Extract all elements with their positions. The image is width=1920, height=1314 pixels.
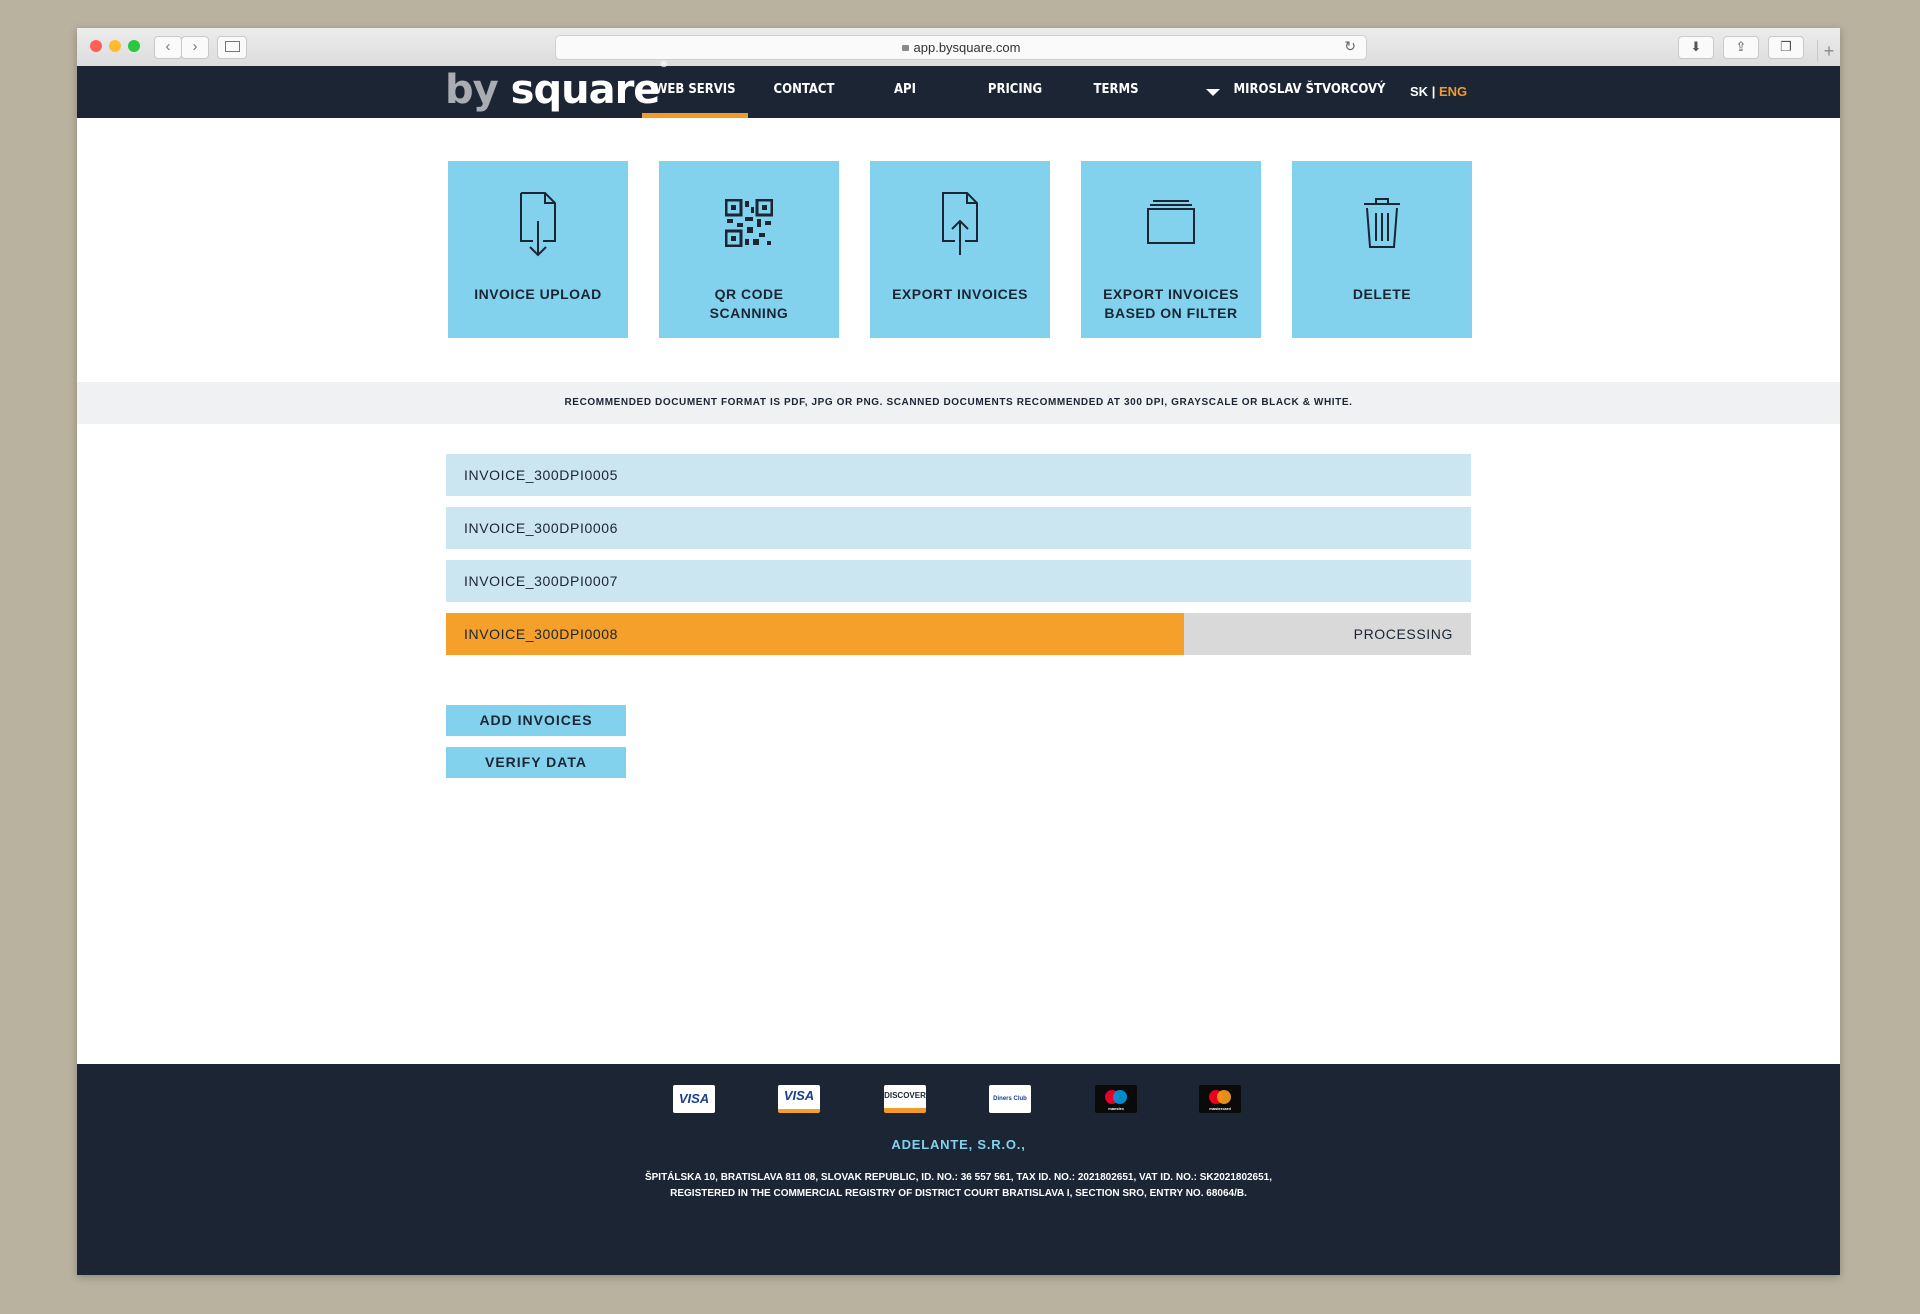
plus-icon: + — [1823, 41, 1835, 61]
file-row-processing[interactable]: INVOICE_300DPI0008 PROCESSING — [446, 613, 1471, 655]
visa-electron-card-logo: VISA — [778, 1085, 820, 1113]
nav-contact[interactable]: CONTACT — [772, 66, 836, 118]
diners-club-card-logo: Diners Club — [989, 1085, 1031, 1113]
language-switch: SK | ENG — [1410, 66, 1467, 118]
reload-icon[interactable]: ↻ — [1344, 38, 1356, 55]
file-row[interactable]: INVOICE_300DPI0005 — [446, 454, 1471, 496]
browser-toolbar: ‹ › app.bysquare.com ↻ ⬇ ⇪ ❐ + — [77, 28, 1840, 67]
address-line-1: ŠPITÁLSKA 10, BRATISLAVA 811 08, SLOVAK … — [644, 1172, 1273, 1183]
discover-card-logo: DISCOVER — [884, 1085, 926, 1113]
maximize-window-button[interactable] — [128, 40, 140, 52]
file-name: INVOICE_300DPI0005 — [464, 467, 618, 483]
qr-code-icon — [725, 199, 773, 247]
close-window-button[interactable] — [90, 40, 102, 52]
forward-button[interactable]: › — [181, 36, 209, 59]
nav-terms[interactable]: TERMS — [1088, 66, 1144, 118]
browser-window: ‹ › app.bysquare.com ↻ ⬇ ⇪ ❐ + by square… — [77, 28, 1840, 1275]
user-menu[interactable]: MIROSLAV ŠTVORCOVÝ — [1227, 66, 1392, 118]
maestro-card-logo: maestro — [1095, 1085, 1137, 1113]
chevron-right-icon: › — [192, 38, 198, 55]
mastercard-label: mastercard — [1209, 1106, 1231, 1111]
nav-pricing[interactable]: PRICING — [983, 66, 1047, 118]
site-logo[interactable]: by square® — [445, 60, 668, 113]
trash-icon — [1364, 198, 1400, 248]
mastercard-card-logo: mastercard — [1199, 1085, 1241, 1113]
delete-tile[interactable]: DELETE — [1292, 161, 1472, 338]
qr-code-scanning-tile[interactable]: QR CODE SCANNING — [659, 161, 839, 338]
visa-card-logo: VISA — [673, 1085, 715, 1113]
tabs-icon: ❐ — [1780, 39, 1792, 54]
chevron-down-icon[interactable] — [1206, 89, 1220, 96]
chevron-left-icon: ‹ — [165, 38, 171, 55]
export-invoices-tile[interactable]: EXPORT INVOICES — [870, 161, 1050, 338]
minimize-window-button[interactable] — [109, 40, 121, 52]
file-name: INVOICE_300DPI0006 — [464, 520, 618, 536]
sidebar-icon — [224, 41, 240, 52]
file-row[interactable]: INVOICE_300DPI0006 — [446, 507, 1471, 549]
lock-icon — [901, 45, 909, 51]
nav-web-servis[interactable]: WEB SERVIS — [642, 66, 748, 118]
url-text: app.bysquare.com — [913, 40, 1021, 55]
document-upload-icon — [942, 192, 978, 255]
tile-label: EXPORT INVOICES — [892, 286, 1028, 302]
folder-icon — [1147, 200, 1195, 244]
document-download-icon — [520, 192, 556, 257]
lang-eng[interactable]: ENG — [1439, 84, 1467, 99]
status-text: PROCESSING — [1353, 626, 1453, 642]
tabs-button[interactable]: ❐ — [1768, 36, 1804, 59]
notice-text: RECOMMENDED DOCUMENT FORMAT IS PDF, JPG … — [564, 397, 1353, 408]
new-tab-button[interactable]: + — [1817, 40, 1840, 62]
nav-api[interactable]: API — [885, 66, 925, 118]
mastercard-logo-icon: mastercard — [1209, 1090, 1231, 1111]
back-button[interactable]: ‹ — [154, 36, 182, 59]
file-name: INVOICE_300DPI0007 — [464, 573, 618, 589]
maestro-logo-icon: maestro — [1105, 1090, 1127, 1111]
logo-by: by — [445, 67, 499, 113]
sidebar-button[interactable] — [217, 36, 247, 59]
invoice-upload-tile[interactable]: INVOICE UPLOAD — [448, 161, 628, 338]
share-button[interactable]: ⇪ — [1723, 36, 1759, 59]
add-invoices-button[interactable]: ADD INVOICES — [446, 705, 626, 736]
address-bar[interactable]: app.bysquare.com ↻ — [555, 35, 1367, 60]
download-icon: ⬇ — [1690, 39, 1702, 54]
company-address: ŠPITÁLSKA 10, BRATISLAVA 811 08, SLOVAK … — [77, 1170, 1840, 1202]
company-name: ADELANTE, S.R.O., — [891, 1137, 1026, 1152]
share-icon: ⇪ — [1735, 39, 1747, 54]
lang-sk[interactable]: SK — [1410, 84, 1428, 99]
maestro-label: maestro — [1108, 1106, 1124, 1111]
tile-label: QR CODE SCANNING — [709, 286, 789, 321]
download-button[interactable]: ⬇ — [1678, 36, 1714, 59]
lang-separator: | — [1431, 84, 1436, 99]
address-line-2: REGISTERED IN THE COMMERCIAL REGISTRY OF… — [670, 1188, 1247, 1199]
tile-label: EXPORT INVOICES BASED ON FILTER — [1103, 286, 1239, 321]
site-footer: VISA VISA DISCOVER Diners Club maestro m… — [77, 1064, 1840, 1275]
site-header: by square® WEB SERVIS CONTACT API PRICIN… — [77, 60, 1840, 118]
format-notice: RECOMMENDED DOCUMENT FORMAT IS PDF, JPG … — [77, 382, 1840, 424]
tile-label: INVOICE UPLOAD — [474, 286, 602, 302]
logo-square: square — [510, 67, 661, 113]
file-row[interactable]: INVOICE_300DPI0007 — [446, 560, 1471, 602]
file-name: INVOICE_300DPI0008 — [464, 626, 618, 642]
tile-label: DELETE — [1352, 286, 1412, 302]
verify-data-button[interactable]: VERIFY DATA — [446, 747, 626, 778]
export-filtered-tile[interactable]: EXPORT INVOICES BASED ON FILTER — [1081, 161, 1261, 338]
